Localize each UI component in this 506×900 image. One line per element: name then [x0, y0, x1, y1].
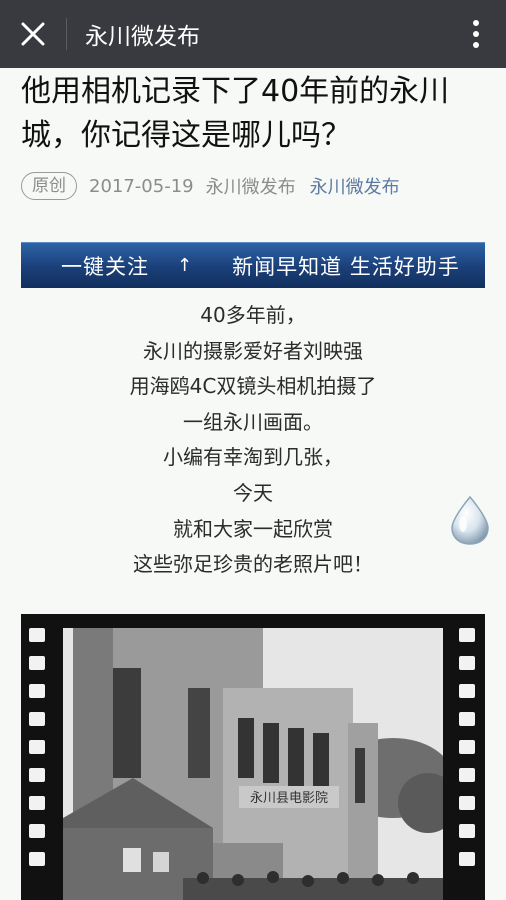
- old-cinema-photo[interactable]: 永川县电影院: [63, 628, 443, 900]
- film-photo-frame: 永川县电影院: [21, 614, 485, 900]
- cinema-sign: 永川县电影院: [250, 791, 328, 806]
- close-icon: [21, 22, 45, 46]
- account-link[interactable]: 永川微发布: [310, 173, 400, 199]
- article-title: 他用相机记录下了40年前的永川城，你记得这是哪儿吗？: [21, 74, 450, 153]
- topbar-title: 永川微发布: [85, 24, 200, 50]
- film-sprocket-holes-left: [29, 614, 47, 900]
- poem-line: 小编有幸淘到几张，: [163, 445, 343, 470]
- poem-line: 这些弥足珍贵的老照片吧！: [133, 552, 373, 577]
- poem-line: 40多年前，: [200, 303, 306, 327]
- top-bar: 永川微发布: [0, 0, 506, 68]
- poem-line: 就和大家一起欣赏: [173, 516, 333, 541]
- more-button[interactable]: [446, 0, 506, 68]
- film-sprocket-holes-right: [459, 614, 477, 900]
- water-drop-icon[interactable]: [446, 494, 494, 546]
- topbar-divider: [66, 18, 67, 50]
- follow-banner[interactable]: 一键关注 ↑ 新闻早知道 生活好助手: [21, 242, 485, 288]
- banner-follow-text: 一键关注: [61, 254, 149, 279]
- arrow-up-icon: ↑: [177, 255, 193, 276]
- poem-line: 一组永川画面。: [183, 409, 323, 434]
- original-badge: 原创: [21, 172, 77, 200]
- close-button[interactable]: [0, 0, 66, 68]
- intro-text: 40多年前， 永川的摄影爱好者刘映强 用海鸥4C双镜头相机拍摄了 一组永川画面。…: [21, 298, 485, 583]
- poem-line: 永川的摄影爱好者刘映强: [143, 338, 363, 363]
- poem-line: 今天: [233, 480, 273, 505]
- author-name: 永川微发布: [205, 177, 296, 198]
- banner-slogan: 新闻早知道 生活好助手: [232, 254, 460, 279]
- poem-line: 用海鸥4C双镜头相机拍摄了: [129, 374, 377, 399]
- more-vertical-icon: [473, 20, 479, 48]
- article-meta: 原创 2017-05-19 永川微发布 永川微发布: [21, 172, 400, 200]
- publish-date: 2017-05-19: [89, 175, 194, 197]
